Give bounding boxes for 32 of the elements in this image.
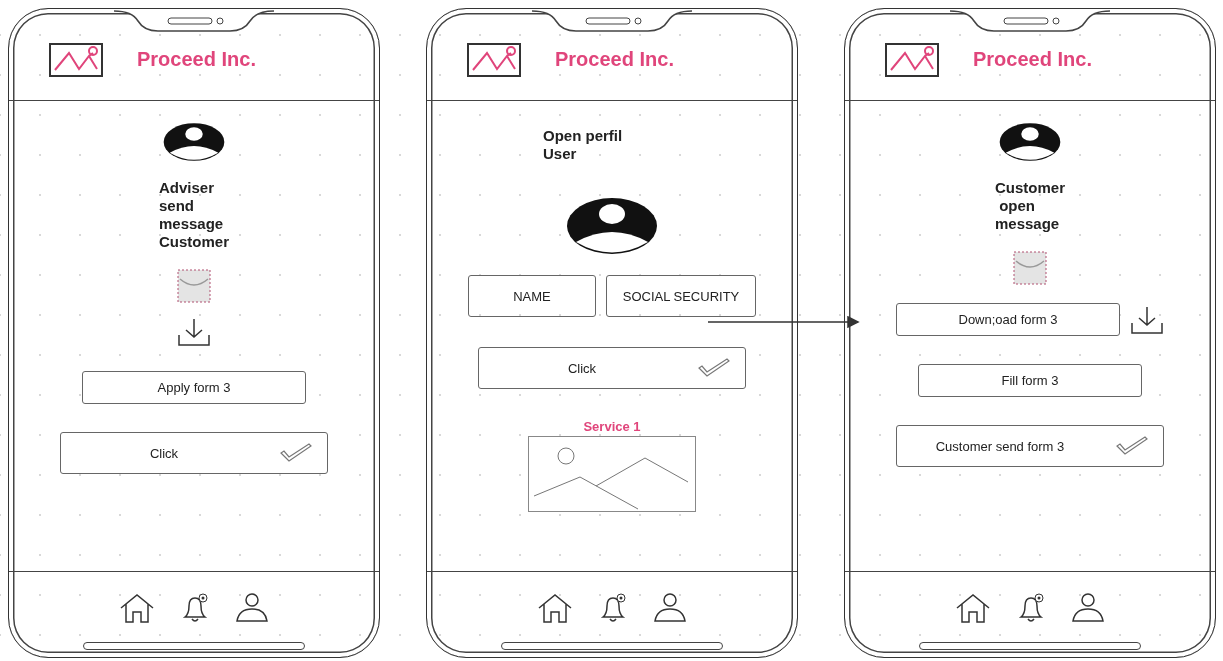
brand-name: Proceed Inc. [555,48,674,71]
check-icon [1115,436,1149,456]
user-icon[interactable] [235,592,269,624]
envelope-icon [177,269,211,303]
screen-heading: Adviser send message Customer [159,179,229,251]
screen-heading: Open perfil User [543,127,623,163]
home-icon[interactable] [537,592,573,624]
avatar-icon [566,197,658,255]
logo-icon [49,42,103,77]
input-field[interactable]: NAME [468,275,596,317]
home-icon[interactable] [119,592,155,624]
home-icon[interactable] [955,592,991,624]
download-icon[interactable] [1130,304,1164,335]
action-button[interactable]: Down;oad form 3 [896,303,1120,336]
action-button[interactable]: Click [478,347,746,389]
check-icon [279,443,313,463]
envelope-icon [1013,251,1047,285]
screen-heading: Customer open message [995,179,1065,233]
brand-name: Proceed Inc. [973,48,1092,71]
check-icon [697,358,731,378]
brand-name: Proceed Inc. [137,48,256,71]
user-icon[interactable] [1071,592,1105,624]
action-button[interactable]: Customer send form 3 [896,425,1164,467]
service-label: Service 1 [583,419,641,434]
download-icon[interactable] [177,317,211,347]
action-button[interactable]: Fill form 3 [918,364,1142,397]
action-button[interactable]: Apply form 3 [82,371,306,404]
input-field[interactable]: SOCIAL SECURITY [606,275,756,317]
logo-icon [885,42,939,77]
user-icon[interactable] [653,592,687,624]
logo-icon [467,42,521,77]
action-button[interactable]: Click [60,432,328,474]
